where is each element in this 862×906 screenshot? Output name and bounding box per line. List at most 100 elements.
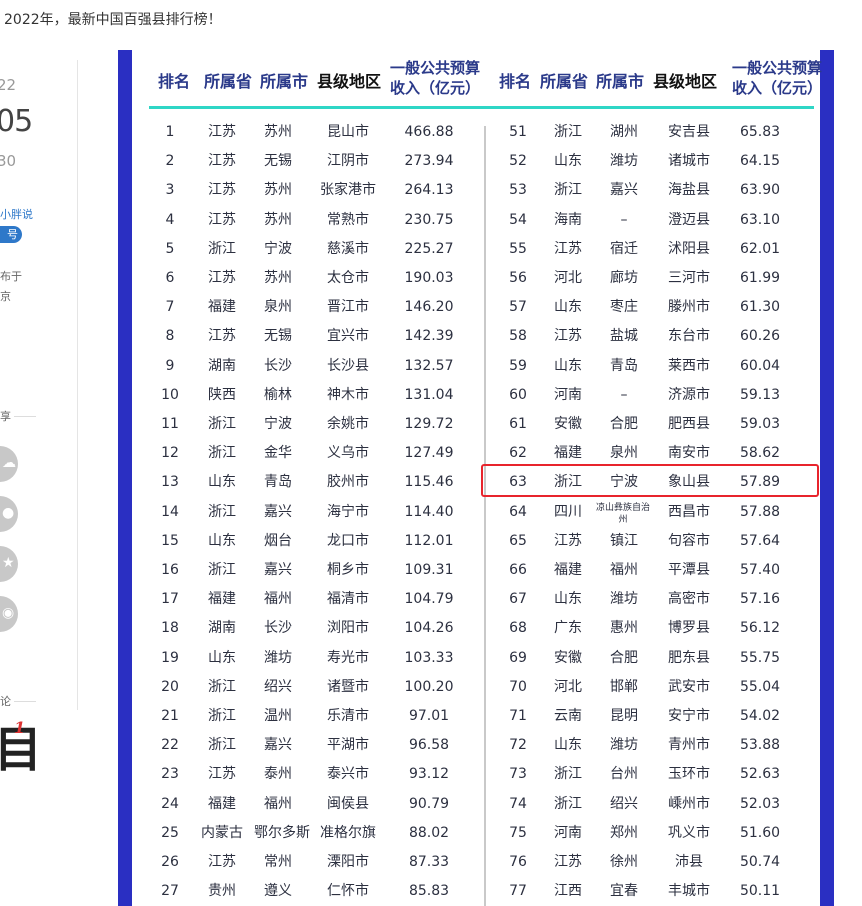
share-wechat-button[interactable]: ☁ <box>0 446 18 482</box>
cell-province-right: 浙江 <box>554 182 582 199</box>
header-budget-line1: 一般公共预算 <box>731 59 822 77</box>
cell-rank-right: 62 <box>509 445 527 462</box>
cell-city-right: 郑州 <box>610 824 638 841</box>
cell-city-right: 宜春 <box>610 883 638 900</box>
cell-province-left: 湖南 <box>208 357 236 374</box>
header-budget-line1: 一般公共预算 <box>389 59 480 77</box>
cell-budget-right: 63.10 <box>739 211 781 228</box>
cell-province-right: 江苏 <box>554 532 582 549</box>
cell-county-left: 泰兴市 <box>327 766 369 783</box>
cell-county-left: 溧阳市 <box>327 854 369 870</box>
cell-city-right: 宿迁 <box>610 240 638 257</box>
cell-budget-left: 142.39 <box>404 328 454 345</box>
date-day-number: 05 <box>0 104 33 139</box>
cell-budget-left: 146.20 <box>404 299 454 316</box>
cell-county-right: 肥西县 <box>668 416 710 432</box>
cell-county-right: 东台市 <box>668 328 710 345</box>
header-county-left: 县级地区 <box>316 72 381 91</box>
article-meta-sidebar: 22 05 30 小胖说 号 布于 京 享 ☁ ● ★ ◉ 论 目 1 <box>0 0 100 906</box>
cell-county-right: 南安市 <box>668 445 710 462</box>
cell-county-left: 神木市 <box>327 386 369 403</box>
cell-budget-right: 61.30 <box>739 299 781 316</box>
star-icon: ★ <box>2 555 15 571</box>
cell-county-left: 海宁市 <box>327 503 369 520</box>
header-budget-right: 一般公共预算 收入（亿元） <box>728 58 826 98</box>
cell-budget-right: 57.16 <box>739 591 781 608</box>
author-link[interactable]: 小胖说 <box>0 206 33 222</box>
cell-budget-left: 129.72 <box>404 416 454 432</box>
cell-county-right: 三河市 <box>668 270 710 286</box>
cell-county-right: 巩义市 <box>668 824 710 841</box>
header-rank-left: 排名 <box>157 72 190 91</box>
cell-budget-left: 230.75 <box>404 211 454 228</box>
cell-county-left: 福清市 <box>327 591 369 608</box>
cell-rank-right: 54 <box>509 211 527 228</box>
cell-rank-right: 65 <box>509 532 527 549</box>
cell-province-right: 海南 <box>554 211 582 228</box>
cell-rank-left: 12 <box>161 445 179 462</box>
cell-city-left: 宁波 <box>264 416 292 432</box>
cell-province-right: 山东 <box>554 737 582 754</box>
cell-city-left: 金华 <box>264 445 292 462</box>
cell-rank-left: 22 <box>161 737 179 754</box>
cell-budget-right: 57.88 <box>739 503 781 520</box>
column-divider <box>484 126 486 906</box>
cell-budget-left: 112.01 <box>404 532 454 549</box>
share-weibo-button[interactable]: ◉ <box>0 596 18 632</box>
cell-province-left: 江苏 <box>208 124 236 140</box>
cell-city-right: – <box>620 386 628 403</box>
cell-rank-right: 57 <box>509 299 527 316</box>
cell-county-right: 济源市 <box>668 386 710 403</box>
penguin-icon: ● <box>2 505 15 521</box>
cell-county-right: 肥东县 <box>668 649 710 666</box>
cell-budget-right: 55.75 <box>739 649 781 666</box>
cell-province-left: 山东 <box>208 474 236 491</box>
cell-rank-left: 18 <box>161 620 179 637</box>
cell-rank-left: 4 <box>165 211 175 228</box>
follow-badge[interactable]: 号 <box>0 226 22 243</box>
cell-city-right: 邯郸 <box>610 678 638 695</box>
cell-budget-left: 104.26 <box>404 620 454 637</box>
cell-county-left: 宜兴市 <box>327 328 369 345</box>
cell-province-left: 贵州 <box>208 883 236 900</box>
cell-province-right: 广东 <box>554 620 582 637</box>
cell-county-right: 丰城市 <box>668 883 710 900</box>
cell-rank-right: 73 <box>509 766 527 783</box>
cell-province-left: 江苏 <box>208 182 236 199</box>
cell-city-left: 烟台 <box>264 532 292 549</box>
publish-location-line1: 布于 <box>0 270 22 283</box>
cell-province-left: 内蒙古 <box>201 824 243 841</box>
cell-rank-left: 14 <box>161 503 179 520</box>
cell-rank-right: 70 <box>509 678 527 695</box>
cell-budget-left: 132.57 <box>404 357 454 374</box>
cell-budget-left: 96.58 <box>408 737 450 754</box>
cell-rank-right: 60 <box>509 386 527 403</box>
cell-province-right: 江苏 <box>554 328 582 345</box>
cell-county-right: 西昌市 <box>668 503 710 520</box>
header-city-right: 所属市 <box>595 72 644 91</box>
cell-rank-right: 67 <box>509 591 527 608</box>
cell-county-left: 浏阳市 <box>327 620 369 637</box>
header-province-left: 所属省 <box>203 72 252 91</box>
cell-budget-right: 50.74 <box>739 854 781 870</box>
cell-city-right: 合肥 <box>610 649 638 666</box>
cell-province-right: 江苏 <box>554 854 582 870</box>
cell-budget-left: 87.33 <box>408 854 450 870</box>
header-province-right: 所属省 <box>539 72 588 91</box>
cell-county-right: 沛县 <box>675 854 703 870</box>
cell-city-right: 台州 <box>610 766 638 783</box>
header-budget-left: 一般公共预算 收入（亿元） <box>388 58 482 98</box>
cell-city-left: 嘉兴 <box>264 737 292 754</box>
share-qq-button[interactable]: ● <box>0 496 18 532</box>
cell-county-left: 江阴市 <box>327 153 369 170</box>
cell-city-left: 绍兴 <box>264 678 292 695</box>
cell-city-right: 合肥 <box>610 416 638 432</box>
cell-city-left: 温州 <box>264 708 292 724</box>
cell-rank-left: 13 <box>161 474 179 491</box>
cell-rank-left: 1 <box>165 124 175 140</box>
cell-city-left: 苏州 <box>264 270 292 286</box>
cell-rank-right: 51 <box>509 124 527 140</box>
cell-county-left: 寿光市 <box>327 649 369 666</box>
share-favorite-button[interactable]: ★ <box>0 546 18 582</box>
cell-budget-left: 114.40 <box>404 503 454 520</box>
